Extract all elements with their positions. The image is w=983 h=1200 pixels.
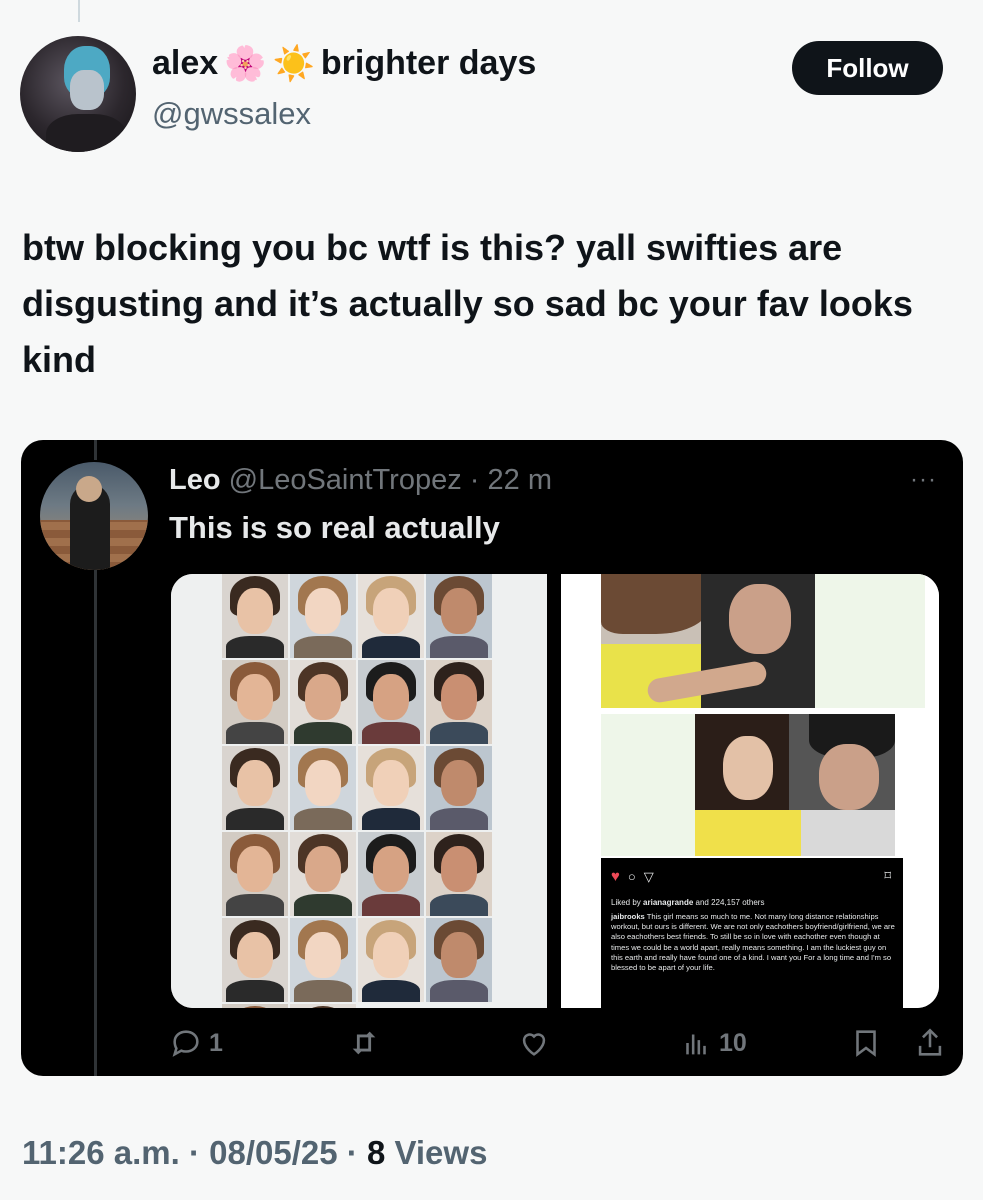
quoted-text: This is so real actually xyxy=(169,510,500,545)
views-button[interactable]: 10 xyxy=(679,1026,747,1060)
sun-emoji: ☀️ xyxy=(272,44,315,83)
face-thumbnail xyxy=(290,660,356,744)
face-thumbnail xyxy=(426,918,492,1002)
instagram-action-icons: ♥ ○ ▽ xyxy=(611,868,654,885)
face-thumbnail xyxy=(426,660,492,744)
author-avatar[interactable] xyxy=(20,36,136,152)
meta-separator: · xyxy=(346,1134,358,1171)
face-thumbnail xyxy=(358,574,424,658)
meta-separator: · xyxy=(188,1134,200,1171)
comment-icon: ○ xyxy=(627,869,636,884)
face-thumbnail xyxy=(290,746,356,830)
reply-icon xyxy=(172,1030,199,1057)
face-thumbnail xyxy=(290,832,356,916)
quoted-media[interactable]: ♥ ○ ▽ ⌑ Liked by arianagrande and 224,15… xyxy=(171,574,939,1008)
author-name-suffix: brighter days xyxy=(320,44,537,82)
tweet-date[interactable]: 08/05/25 xyxy=(209,1134,337,1171)
bookmark-icon: ⌑ xyxy=(884,868,891,883)
retweet-button[interactable] xyxy=(347,1026,387,1060)
face-thumbnail xyxy=(290,574,356,658)
share-button[interactable] xyxy=(913,1026,947,1060)
quoted-avatar[interactable] xyxy=(40,462,148,570)
quoted-actions-bar: 1 10 xyxy=(169,1026,951,1066)
quoted-time[interactable]: 22 m xyxy=(488,464,552,496)
bookmark-outline-icon xyxy=(856,1030,876,1057)
like-button[interactable] xyxy=(517,1026,557,1060)
face-thumbnail xyxy=(222,746,288,830)
instagram-caption: jaibrooks This girl means so much to me.… xyxy=(611,912,895,973)
heart-icon: ♥ xyxy=(611,868,620,885)
quoted-name[interactable]: Leo xyxy=(169,464,221,496)
tweet-views-count: 8 xyxy=(366,1134,386,1171)
media-image-instagram[interactable]: ♥ ○ ▽ ⌑ Liked by arianagrande and 224,15… xyxy=(561,574,939,1008)
face-thumbnail xyxy=(426,746,492,830)
quote-thread-line xyxy=(94,440,97,460)
tweet-meta: 11:26 a.m. · 08/05/25 · 8 Views xyxy=(22,1134,487,1172)
face-grid xyxy=(222,574,494,1008)
face-thumbnail xyxy=(222,1004,288,1008)
instagram-liked-by: Liked by arianagrande and 224,157 others xyxy=(611,898,765,907)
tweet-text: btw blocking you bc wtf is this? yall sw… xyxy=(22,227,913,380)
header-separator: · xyxy=(469,464,480,496)
face-thumbnail xyxy=(222,574,288,658)
follow-button[interactable]: Follow xyxy=(792,41,943,95)
quote-thread-line-lower xyxy=(94,570,97,1076)
author-display-name[interactable]: alex 🌸 ☀️ brighter days xyxy=(152,44,536,83)
face-thumbnail xyxy=(358,918,424,1002)
author-handle[interactable]: @gwssalex xyxy=(152,96,311,132)
face-thumbnail xyxy=(358,746,424,830)
reply-count: 1 xyxy=(209,1028,223,1057)
tweet-time[interactable]: 11:26 a.m. xyxy=(22,1134,180,1171)
reply-button[interactable]: 1 xyxy=(169,1026,223,1060)
more-options-icon[interactable]: ··· xyxy=(910,466,937,494)
quoted-header: Leo @LeoSaintTropez · 22 m xyxy=(169,464,552,497)
retweet-icon xyxy=(352,1031,376,1055)
face-thumbnail xyxy=(222,918,288,1002)
quoted-handle[interactable]: @LeoSaintTropez xyxy=(229,464,462,496)
bookmark-button[interactable] xyxy=(849,1026,883,1060)
face-thumbnail xyxy=(358,832,424,916)
media-image-collage[interactable] xyxy=(171,574,547,1008)
couple-photo-top xyxy=(601,574,815,708)
thread-line xyxy=(78,0,80,22)
face-thumbnail xyxy=(290,918,356,1002)
heart-outline-icon xyxy=(522,1033,546,1056)
face-thumbnail xyxy=(426,832,492,916)
quoted-tweet[interactable]: Leo @LeoSaintTropez · 22 m ··· This is s… xyxy=(21,440,963,1076)
author-name: alex xyxy=(152,44,219,82)
views-count: 10 xyxy=(719,1028,747,1057)
face-thumbnail xyxy=(426,574,492,658)
couple-photo-bottom xyxy=(695,714,895,856)
analytics-icon xyxy=(686,1034,706,1055)
cherry-blossom-emoji: 🌸 xyxy=(224,44,267,83)
share-icon: ▽ xyxy=(643,868,654,884)
face-thumbnail xyxy=(290,1004,356,1008)
share-icon xyxy=(918,1028,942,1056)
face-thumbnail xyxy=(222,832,288,916)
face-thumbnail xyxy=(222,660,288,744)
tweet-views-label: Views xyxy=(394,1134,488,1171)
media-divider xyxy=(547,574,561,1008)
face-thumbnail xyxy=(358,660,424,744)
instagram-post-panel: ♥ ○ ▽ ⌑ Liked by arianagrande and 224,15… xyxy=(601,858,903,1008)
